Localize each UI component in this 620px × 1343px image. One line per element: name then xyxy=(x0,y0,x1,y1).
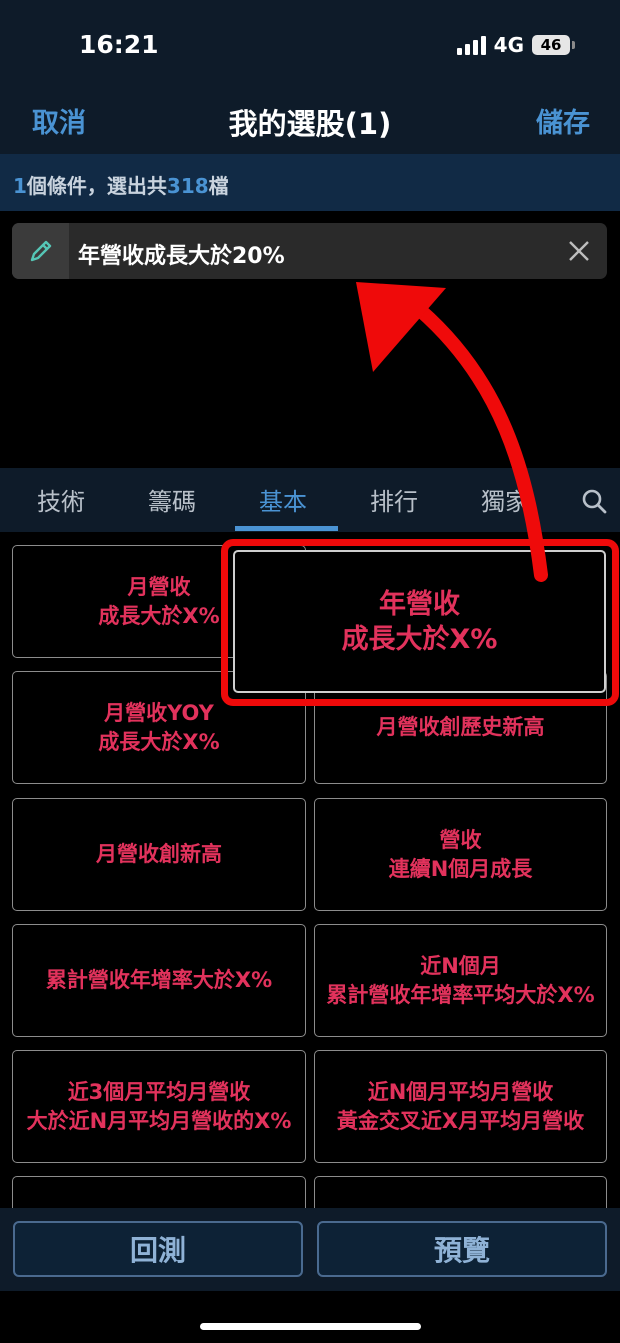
preview-button[interactable]: 預覽 xyxy=(317,1221,607,1277)
summary-text: 1個條件，選出共318檔 xyxy=(13,170,229,199)
battery-icon: 46 xyxy=(532,35,575,55)
annotation-highlight-box xyxy=(221,539,619,706)
close-icon[interactable] xyxy=(565,237,593,265)
network-type: 4G xyxy=(493,33,524,57)
tile-revenue-consecutive-growth[interactable]: 營收 連續N個月成長 xyxy=(314,798,607,911)
condition-label: 年營收成長大於20% xyxy=(78,244,285,269)
tile-avg-revenue-golden-cross[interactable]: 近N個月平均月營收 黃金交叉近X月平均月營收 xyxy=(314,1050,607,1163)
tab-exclusive[interactable]: 獨家 xyxy=(481,482,529,517)
status-indicators: 4G 46 xyxy=(456,33,575,57)
tab-ranking[interactable]: 排行 xyxy=(370,482,418,517)
tile-3-month-avg-revenue[interactable]: 近3個月平均月營收 大於近N月平均月營收的X% xyxy=(12,1050,306,1163)
result-count: 318 xyxy=(166,174,209,198)
page-title: 我的選股(1) xyxy=(228,107,392,141)
home-indicator[interactable] xyxy=(200,1323,421,1330)
tile-n-month-cumulative-yoy-avg[interactable]: 近N個月 累計營收年增率平均大於X% xyxy=(314,924,607,1037)
save-button[interactable]: 儲存 xyxy=(536,101,590,140)
summary-label-2: 檔 xyxy=(208,174,229,198)
pencil-icon[interactable] xyxy=(12,223,69,279)
tab-technical[interactable]: 技術 xyxy=(37,482,85,517)
tile-cumulative-revenue-yoy[interactable]: 累計營收年增率大於X% xyxy=(12,924,306,1037)
search-icon[interactable] xyxy=(581,488,607,514)
tab-chips[interactable]: 籌碼 xyxy=(148,482,196,517)
status-time: 16:21 xyxy=(79,30,159,59)
condition-count: 1 xyxy=(13,174,27,198)
active-tab-indicator xyxy=(235,526,338,531)
backtest-button[interactable]: 回測 xyxy=(13,1221,303,1277)
summary-label-1: 個條件，選出共 xyxy=(26,174,167,198)
tab-fundamental[interactable]: 基本 xyxy=(259,482,307,517)
tile-monthly-revenue-new-high[interactable]: 月營收創新高 xyxy=(12,798,306,911)
signal-icon xyxy=(456,35,486,55)
